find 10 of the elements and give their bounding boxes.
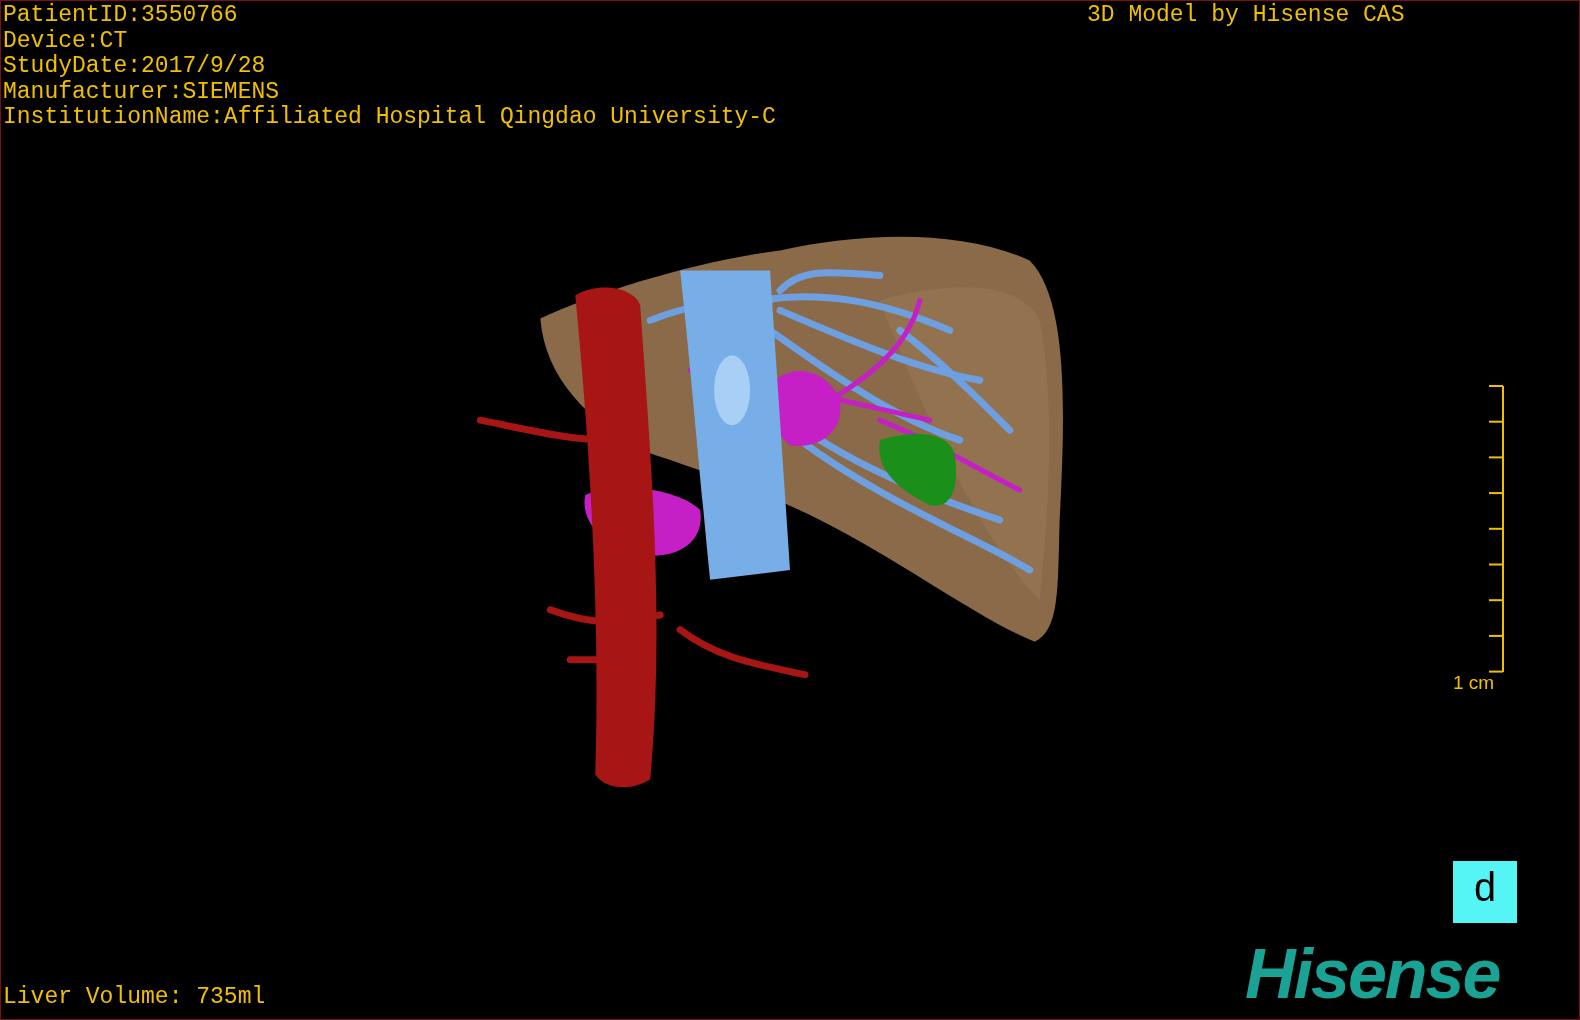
scale-label: 1 cm — [1453, 672, 1495, 694]
patient-info-text: Manufacturer:SIEMENS — [3, 79, 281, 105]
logo: Hisense — [1245, 936, 1500, 1012]
patient-info-text: StudyDate:2017/9/28 — [3, 54, 267, 80]
patient-info-text: InstitutionName:Affiliated Hospital Qingdao University-C — [3, 105, 776, 131]
liver-volume-text: Liver Volume: 735ml — [3, 984, 266, 1010]
orientation-marker[interactable]: d — [1453, 861, 1517, 923]
viewer-title: 3D Model by Hisense CAS — [1087, 3, 1405, 28]
patient-info-text: PatientID:3550766 — [3, 3, 239, 29]
patient-info-text: Device:CT — [3, 28, 129, 54]
